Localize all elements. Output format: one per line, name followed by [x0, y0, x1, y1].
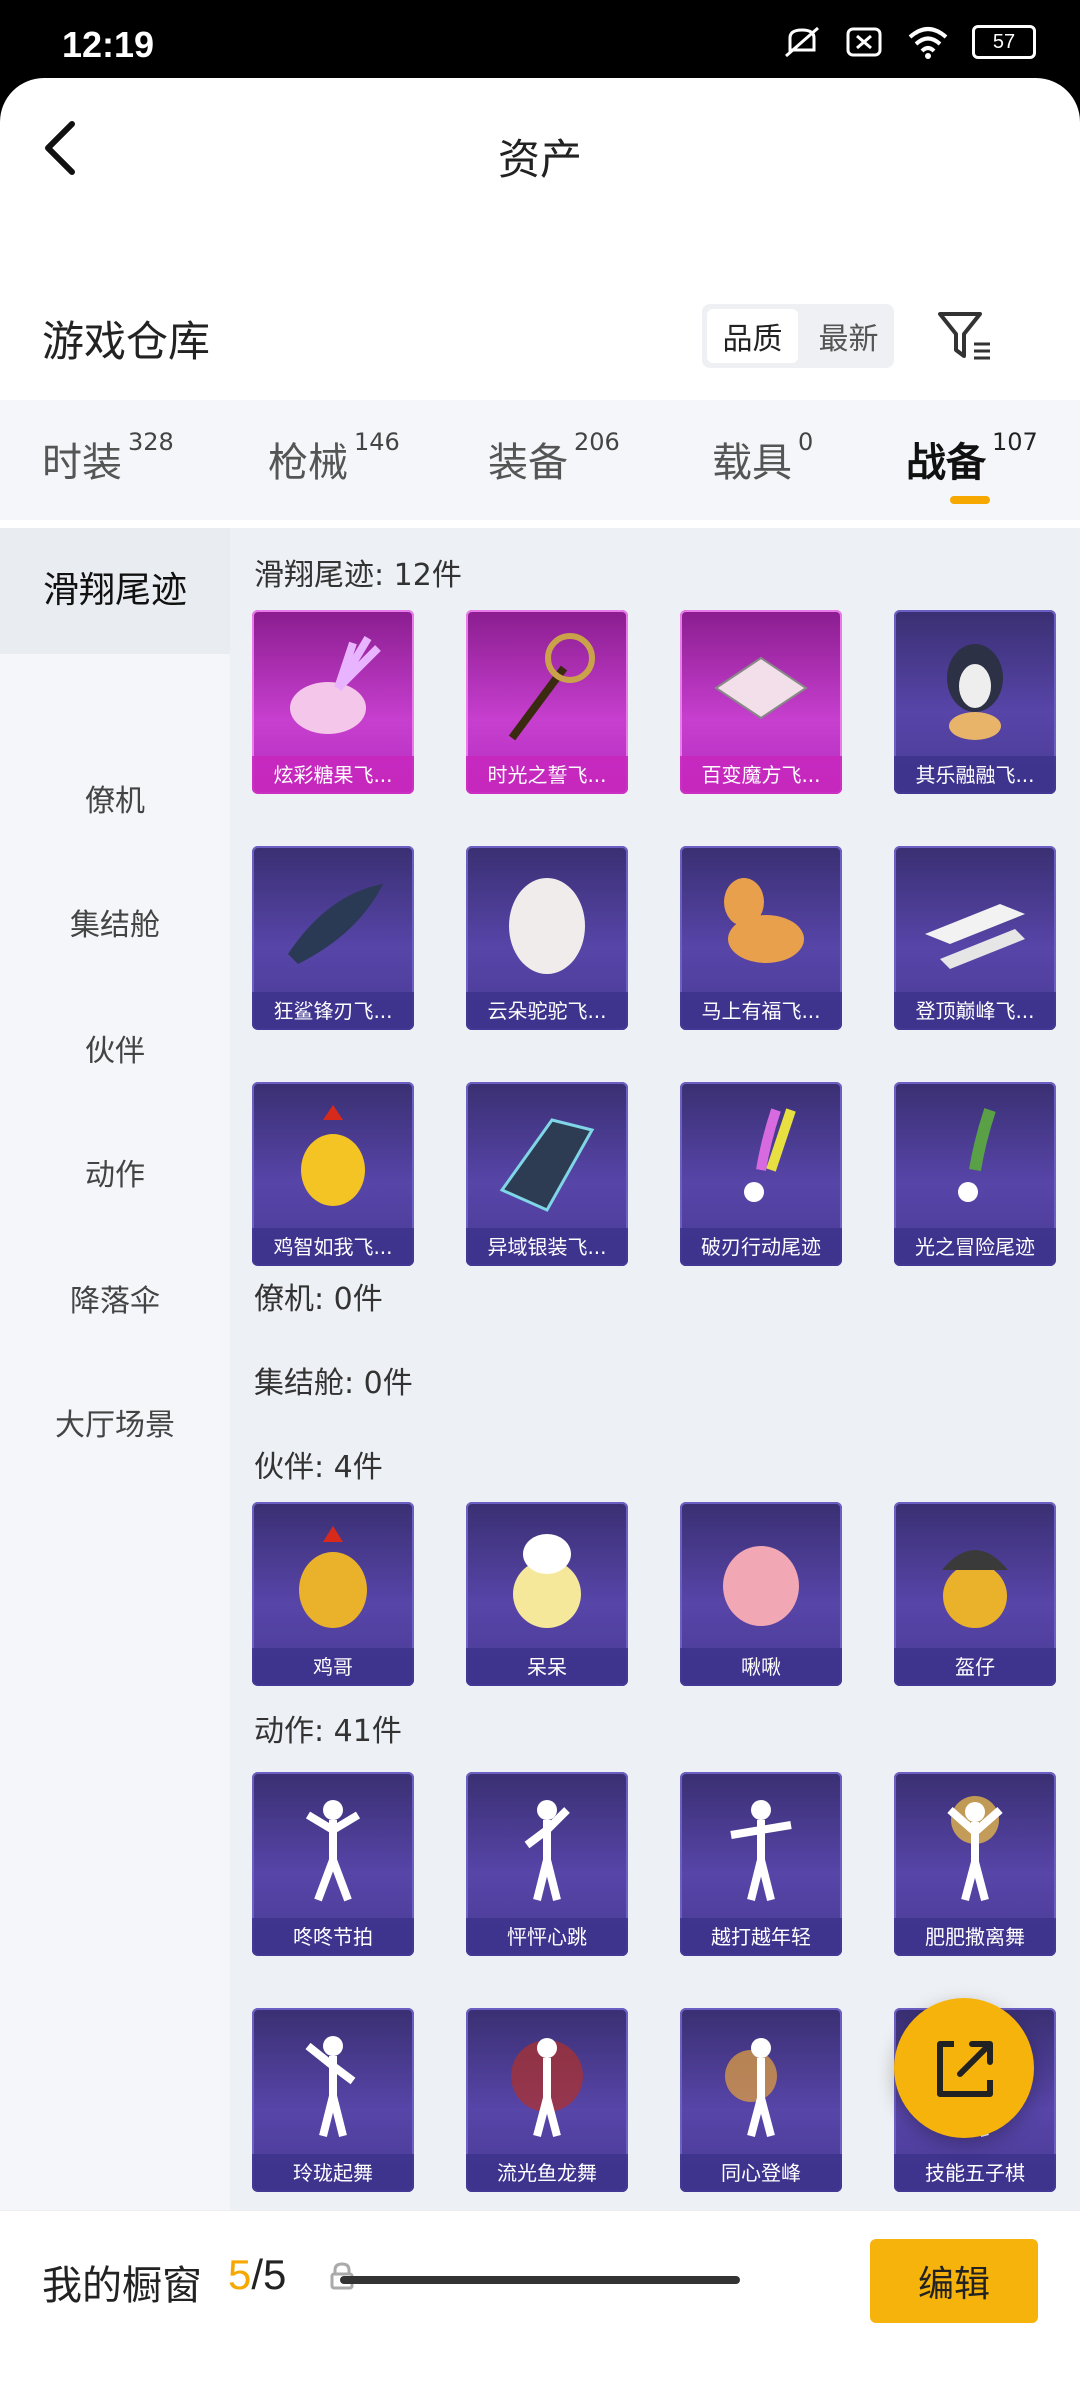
item-card[interactable]: 登顶巅峰飞... — [894, 846, 1056, 1030]
green-smoke-icon — [958, 1108, 996, 1202]
warehouse-title: 游戏仓库 — [42, 317, 211, 366]
page-title: 资产 — [497, 135, 582, 184]
sidebar-item-lobby[interactable]: 大厅场景 — [0, 1400, 230, 1444]
item-card[interactable]: 啾啾 — [680, 1502, 842, 1686]
share-icon — [937, 2041, 993, 2097]
wifi-icon — [908, 27, 948, 59]
item-card[interactable]: 时光之誓飞... — [466, 610, 628, 794]
battery-icon: 57 — [972, 25, 1036, 59]
item-card[interactable]: 马上有福飞... — [680, 846, 842, 1030]
status-bar: 12:19 57 — [0, 0, 1080, 80]
item-card[interactable]: 流光鱼龙舞 — [466, 2008, 628, 2192]
penguin-icon — [947, 644, 1003, 740]
tab-supplies[interactable]: 战备 107 — [906, 428, 1038, 488]
sidebar-item-glide-trail[interactable]: 滑翔尾迹 — [0, 528, 230, 654]
sort-toggle: 品质 最新 — [702, 304, 894, 368]
item-card[interactable]: 越打越年轻 — [680, 1772, 842, 1956]
item-card[interactable]: 咚咚节拍 — [252, 1772, 414, 1956]
section-header-pod: 集结舱: 0件 — [254, 1366, 413, 1401]
item-card[interactable]: 破刃行动尾迹 — [680, 1082, 842, 1266]
item-card[interactable]: 肥肥撒离舞 — [894, 1772, 1056, 1956]
sidebar-item-parachute[interactable]: 降落伞 — [0, 1276, 230, 1320]
dancer-icon — [305, 2036, 356, 2137]
item-card[interactable]: 怦怦心跳 — [466, 1772, 628, 1956]
sim-off-icon — [846, 27, 882, 57]
sidebar-item-wingman[interactable]: 僚机 — [0, 776, 230, 820]
magic-board-icon — [714, 656, 808, 720]
showcase-bar: 我的橱窗 5/5 编辑 — [0, 2210, 1080, 2400]
dancer-icon — [730, 1800, 792, 1901]
mute-icon — [785, 26, 819, 58]
item-card[interactable]: 鸡哥 — [252, 1502, 414, 1686]
item-card[interactable]: 光之冒险尾迹 — [894, 1082, 1056, 1266]
shark-icon — [288, 884, 383, 964]
item-card[interactable]: 呆呆 — [466, 1502, 628, 1686]
pink-bird-icon — [723, 1546, 799, 1626]
sidebar: 滑翔尾迹 僚机 集结舱 伙伴 动作 降落伞 大厅场景 — [0, 528, 230, 2328]
section-header-action: 动作: 41件 — [254, 1714, 402, 1749]
armor-wing-icon — [499, 1118, 595, 1212]
section-header-wingman: 僚机: 0件 — [254, 1282, 383, 1317]
smoke-trail-icon — [744, 1108, 796, 1202]
tab-weapons[interactable]: 枪械 146 — [268, 428, 400, 488]
item-card[interactable]: 异域银装飞... — [466, 1082, 628, 1266]
chicken-partner-icon — [299, 1526, 367, 1628]
jet-icon — [925, 904, 1025, 969]
item-card[interactable]: 百变魔方飞... — [680, 610, 842, 794]
item-card[interactable]: 其乐融融飞... — [894, 610, 1056, 794]
candy-trail-icon — [290, 635, 381, 734]
helmet-chick-icon — [942, 1550, 1008, 1628]
sidebar-item-pod[interactable]: 集结舱 — [0, 900, 230, 944]
sidebar-item-partner[interactable]: 伙伴 — [0, 1026, 230, 1070]
edit-button[interactable]: 编辑 — [870, 2239, 1038, 2323]
category-tabs: 时装 328 枪械 146 装备 206 载具 0 战备 107 — [0, 400, 1080, 520]
chick-partner-icon — [513, 1534, 581, 1628]
tab-equipment[interactable]: 装备 206 — [488, 428, 620, 488]
item-card[interactable]: 同心登峰 — [680, 2008, 842, 2192]
sparkle-dancer-icon — [947, 1796, 1003, 1902]
showcase-label: 我的橱窗 — [42, 2263, 202, 2309]
share-button[interactable] — [894, 1998, 1034, 2138]
item-card[interactable]: 玲珑起舞 — [252, 2008, 414, 2192]
alpaca-icon — [509, 878, 585, 974]
item-card[interactable]: 鸡智如我飞... — [252, 1082, 414, 1266]
tab-vehicles[interactable]: 载具 0 — [712, 428, 813, 488]
top-bar: 资产 — [0, 78, 1080, 218]
glow-dancer-icon — [725, 2038, 777, 2138]
item-card[interactable]: 炫彩糖果飞... — [252, 610, 414, 794]
dancer-icon — [305, 1800, 361, 1902]
status-time: 12:19 — [62, 24, 155, 65]
filter-icon[interactable] — [934, 306, 994, 366]
chicken-icon — [301, 1105, 365, 1206]
sidebar-item-action[interactable]: 动作 — [0, 1150, 230, 1194]
showcase-count: 5/5 — [228, 2251, 287, 2298]
item-card[interactable]: 狂鲨锋刃飞... — [252, 846, 414, 1030]
tab-indicator — [950, 496, 990, 504]
horse-icon — [724, 878, 804, 963]
item-card[interactable]: 云朵驼驼飞... — [466, 846, 628, 1030]
section-header-glide: 滑翔尾迹: 12件 — [254, 558, 462, 593]
dragon-dancer-icon — [511, 2038, 583, 2138]
app-screen: 资产 游戏仓库 品质 最新 时装 328 枪械 146 装备 206 载具 0 战备 10… — [0, 78, 1080, 2400]
sort-quality-button[interactable]: 品质 — [707, 309, 798, 363]
section-header-partner: 伙伴: 4件 — [254, 1450, 383, 1485]
sort-newest-button[interactable]: 最新 — [803, 304, 894, 368]
item-card[interactable]: 盔仔 — [894, 1502, 1056, 1686]
tab-fashion[interactable]: 时装 328 — [42, 428, 174, 488]
home-indicator[interactable] — [340, 2276, 740, 2284]
dancer-icon — [524, 1800, 570, 1901]
scepter-icon — [508, 633, 595, 741]
